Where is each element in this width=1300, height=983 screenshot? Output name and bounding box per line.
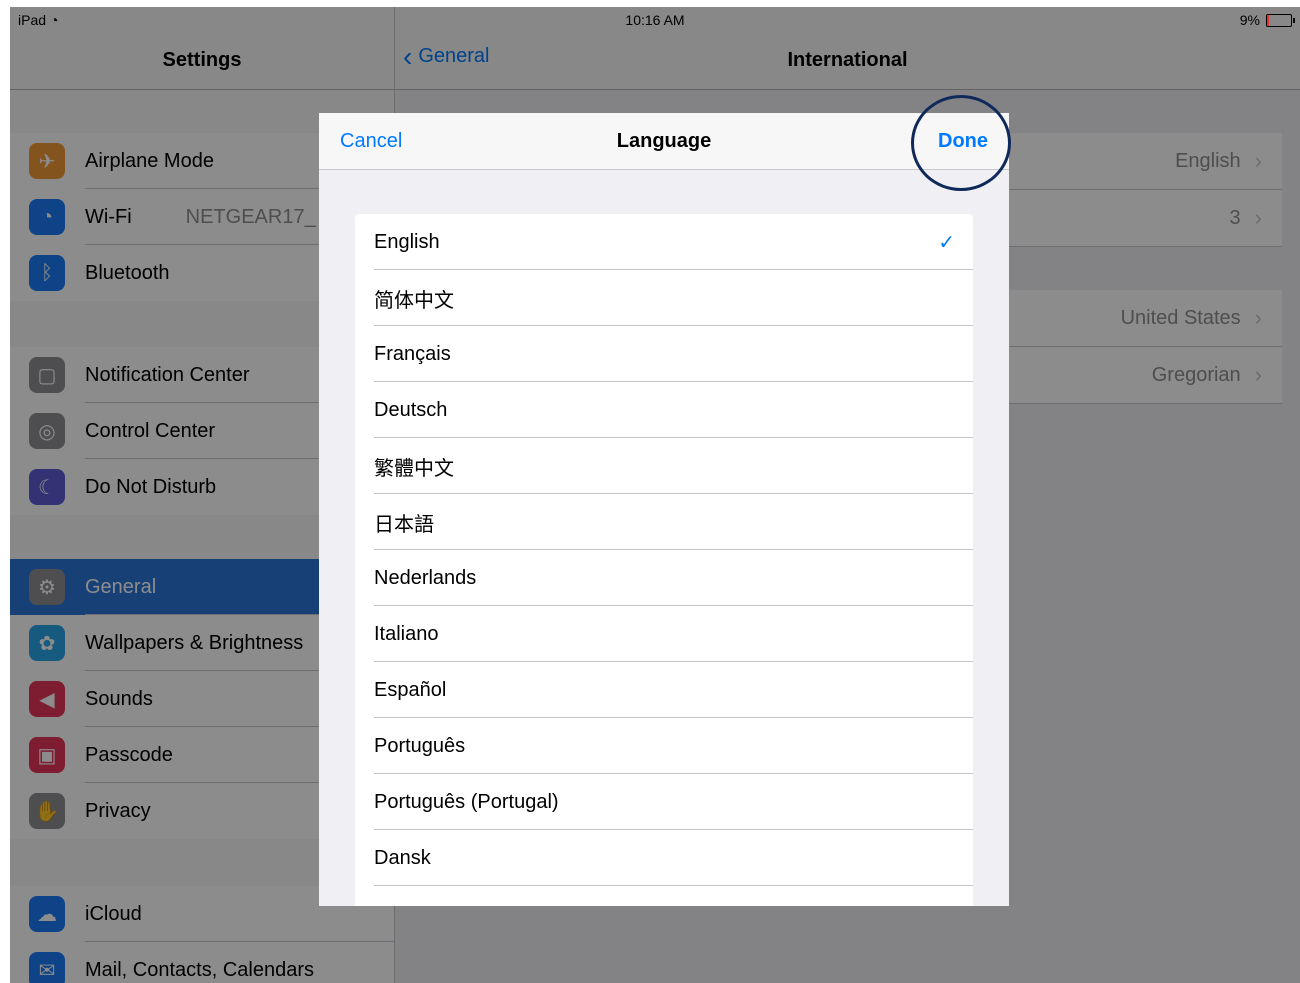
language-option[interactable]: 繁體中文: [355, 438, 973, 494]
language-option[interactable]: Português: [355, 718, 973, 774]
status-bar: iPad ◔ 10:16 AM 9%: [10, 7, 1300, 33]
battery-icon: [1266, 13, 1295, 27]
language-option[interactable]: English ✓: [355, 214, 973, 270]
ipad-screen: iPad ◔ 10:16 AM 9% Settings ✈ Airplane Mo…: [10, 7, 1300, 983]
language-option[interactable]: [355, 886, 973, 906]
status-time: 10:16 AM: [625, 12, 685, 28]
language-label: Español: [374, 678, 447, 701]
language-label: Nederlands: [374, 566, 477, 589]
language-label: Português: [374, 734, 466, 757]
done-highlight-circle: [911, 95, 1011, 191]
language-option[interactable]: Français: [355, 326, 973, 382]
battery-percent: 9%: [1239, 12, 1260, 28]
modal-title: Language: [616, 130, 712, 152]
language-label: 简体中文: [374, 289, 454, 312]
language-option[interactable]: Português (Portugal): [355, 774, 973, 830]
checkmark-icon: ✓: [938, 232, 955, 254]
status-right: 9%: [1239, 12, 1295, 28]
language-modal: Cancel Language Done English ✓ 简体中文 Françai…: [319, 113, 1009, 906]
language-option[interactable]: Español: [355, 662, 973, 718]
language-option[interactable]: 简体中文: [355, 270, 973, 326]
language-label: Italiano: [374, 622, 439, 645]
language-label: English: [374, 230, 440, 253]
language-option[interactable]: Dansk: [355, 830, 973, 886]
language-label: Français: [374, 342, 451, 365]
language-label: Dansk: [374, 846, 431, 869]
language-label: Português (Portugal): [374, 790, 559, 813]
modal-navbar: Cancel Language Done: [319, 113, 1009, 170]
language-label: 繁體中文: [374, 457, 454, 480]
language-list: English ✓ 简体中文 Français Deutsch 繁體中文日本語 Nederl…: [355, 214, 973, 906]
language-option[interactable]: 日本語: [355, 494, 973, 550]
battery-fill: [1267, 14, 1270, 26]
language-option[interactable]: Italiano: [355, 606, 973, 662]
language-option[interactable]: Nederlands: [355, 550, 973, 606]
language-option[interactable]: Deutsch: [355, 382, 973, 438]
language-label: 日本語: [374, 513, 434, 536]
language-label: Deutsch: [374, 398, 448, 421]
